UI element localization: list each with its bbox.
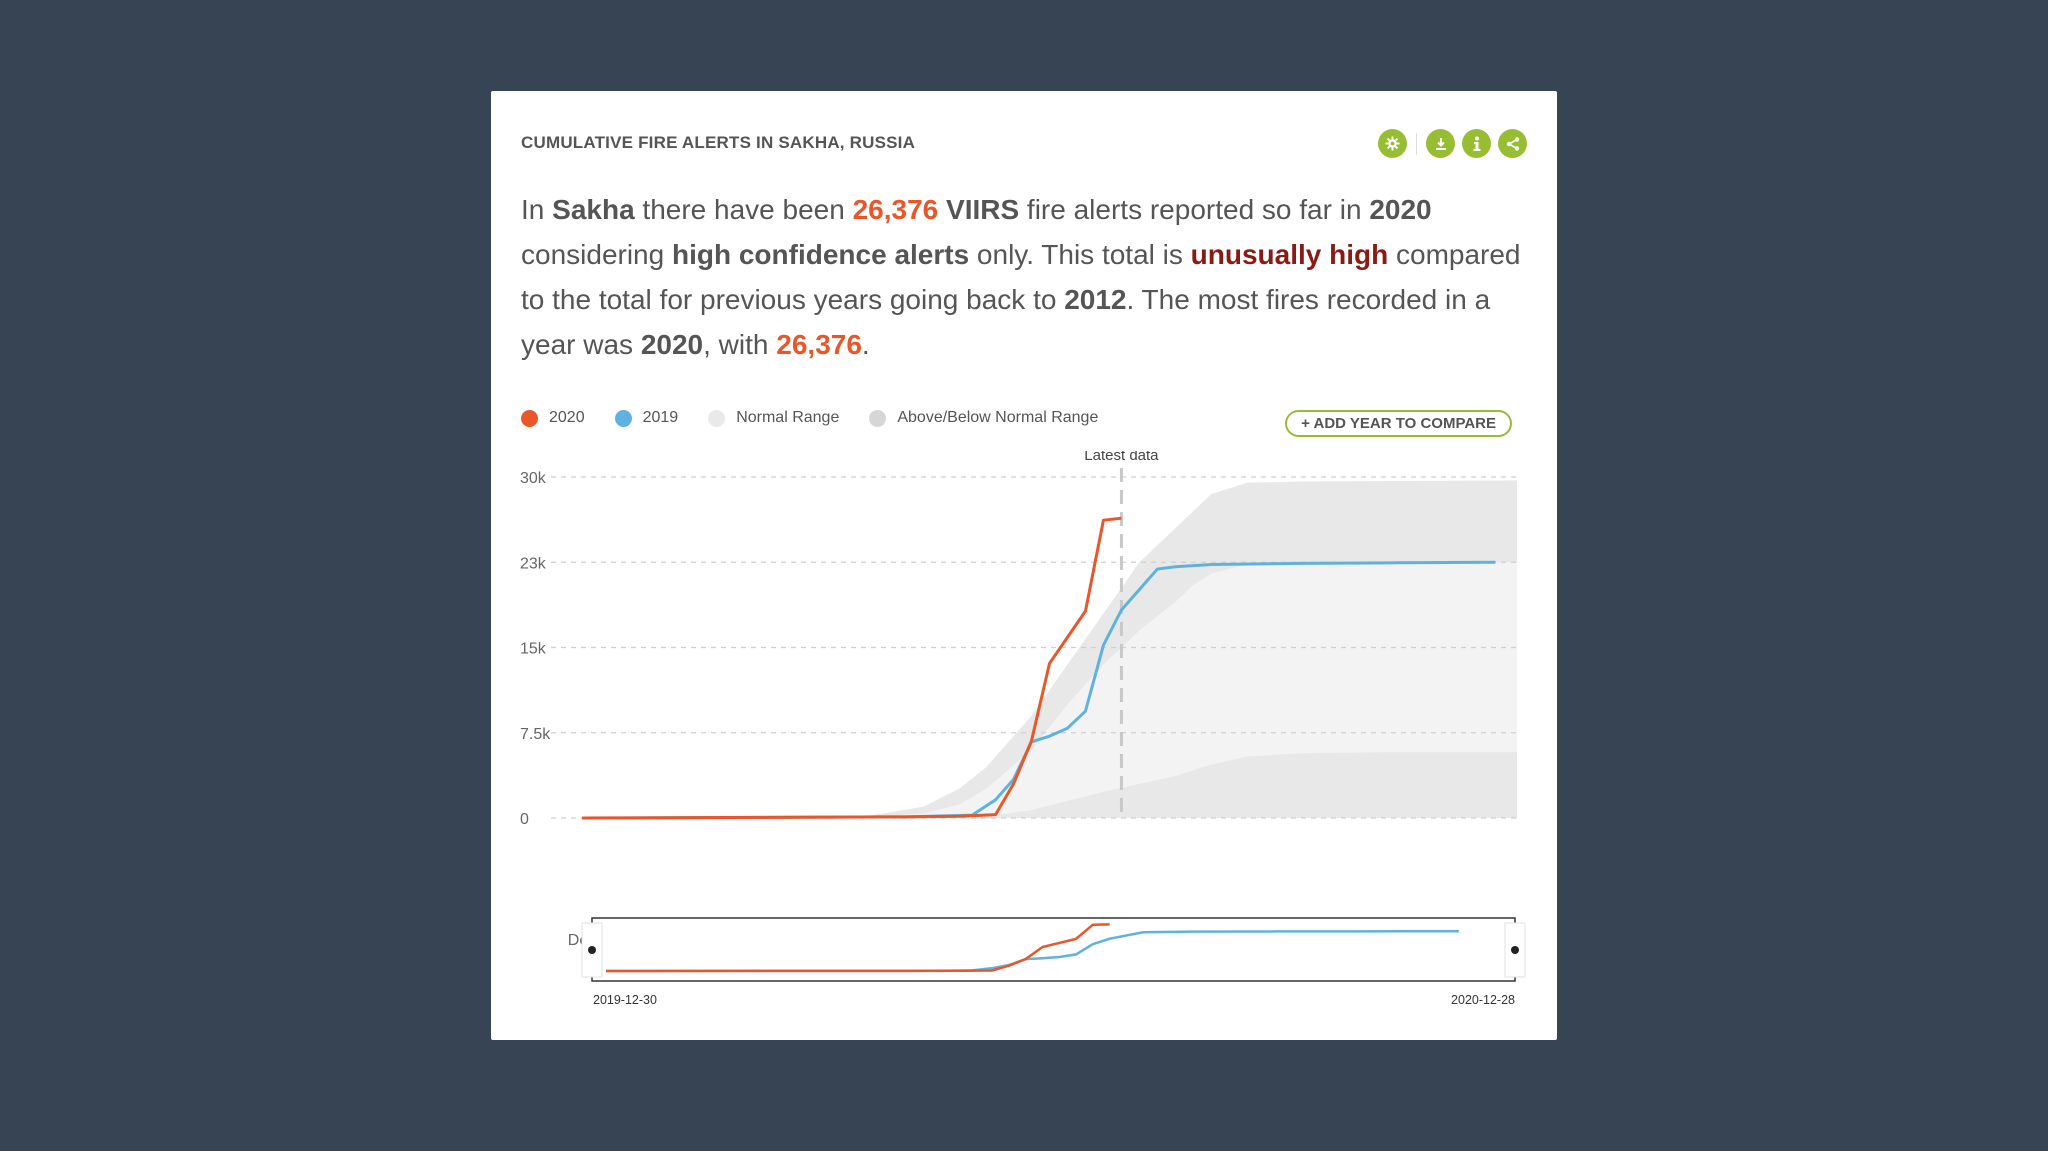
info-button[interactable] <box>1462 129 1491 158</box>
y-tick-label: 15k <box>520 641 547 658</box>
legend-swatch <box>614 409 632 427</box>
legend-item-normal-range: Normal Range <box>708 409 839 427</box>
share-icon <box>1506 136 1519 151</box>
widget-card: CUMULATIVE FIRE ALERTS IN SAKHA, RUSSIA <box>491 91 1557 1040</box>
fire-alerts-chart: 07.5k15k23k30k DecFebMarAprMayJunJulAugO… <box>520 451 1526 1007</box>
summary-region: Sakha <box>552 194 635 225</box>
toolbar-divider <box>1416 132 1417 155</box>
range-bands <box>582 480 1517 818</box>
summary-confidence: high confidence alerts <box>671 239 970 270</box>
brush-handle-grip-icon <box>1511 946 1519 954</box>
legend-item-2020: 2020 <box>521 409 585 427</box>
summary-text <box>938 194 946 225</box>
summary-max-year: 2020 <box>640 329 704 360</box>
time-brush: 2019-12-30 2020-12-28 <box>581 917 1526 1007</box>
info-icon <box>1473 136 1480 151</box>
download-icon <box>1435 137 1446 150</box>
settings-button[interactable] <box>1378 129 1407 158</box>
y-tick-label: 7.5k <box>520 726 551 743</box>
summary-text: . <box>861 329 870 360</box>
y-tick-label: 0 <box>520 811 529 828</box>
add-year-to-compare-button[interactable]: + ADD YEAR TO COMPARE <box>1285 410 1512 437</box>
legend-item-2019: 2019 <box>614 409 679 427</box>
legend-swatch <box>708 409 726 427</box>
y-tick-label: 23k <box>520 555 547 572</box>
y-tick-label: 30k <box>520 470 547 487</box>
summary-text: In <box>521 194 553 225</box>
chart-legend: 2020 2019 Normal Range Above/Below Norma… <box>521 409 1098 427</box>
summary-max-count: 26,376 <box>776 329 862 360</box>
summary-text: there have been <box>634 194 853 225</box>
brush-handle-grip-icon <box>588 946 596 954</box>
summary-start-year: 2012 <box>1064 284 1127 315</box>
legend-label: Above/Below Normal Range <box>897 409 1099 426</box>
settings-icon <box>1385 136 1400 151</box>
legend-swatch <box>869 409 887 427</box>
summary-text: fire alerts reported so far in <box>1019 194 1370 225</box>
y-axis: 0 7.5k 15k 23k 30k <box>520 470 551 828</box>
latest-data-label: Latest data <box>1084 451 1159 464</box>
summary-text: , with <box>703 329 777 360</box>
legend-label: Normal Range <box>736 409 840 426</box>
legend-label: 2020 <box>549 409 585 426</box>
widget-toolbar <box>1378 129 1527 158</box>
legend-label: 2019 <box>642 409 679 426</box>
summary-status: unusually high <box>1190 239 1389 270</box>
share-button[interactable] <box>1498 129 1527 158</box>
widget-title: CUMULATIVE FIRE ALERTS IN SAKHA, RUSSIA <box>521 133 916 152</box>
summary-text: only. This total is <box>969 239 1191 270</box>
summary-sentence: In Sakha there have been 26,376 VIIRS fi… <box>521 187 1531 367</box>
summary-year: 2020 <box>1369 194 1432 225</box>
legend-swatch <box>521 409 538 427</box>
download-button[interactable] <box>1426 129 1455 158</box>
legend-item-above-below: Above/Below Normal Range <box>869 409 1098 427</box>
summary-alert-count: 26,376 <box>852 194 939 225</box>
summary-text: considering <box>521 239 672 270</box>
summary-dataset: VIIRS <box>946 194 1020 225</box>
brush-end-label: 2020-12-28 <box>1451 993 1515 1007</box>
brush-start-label: 2019-12-30 <box>593 993 657 1007</box>
